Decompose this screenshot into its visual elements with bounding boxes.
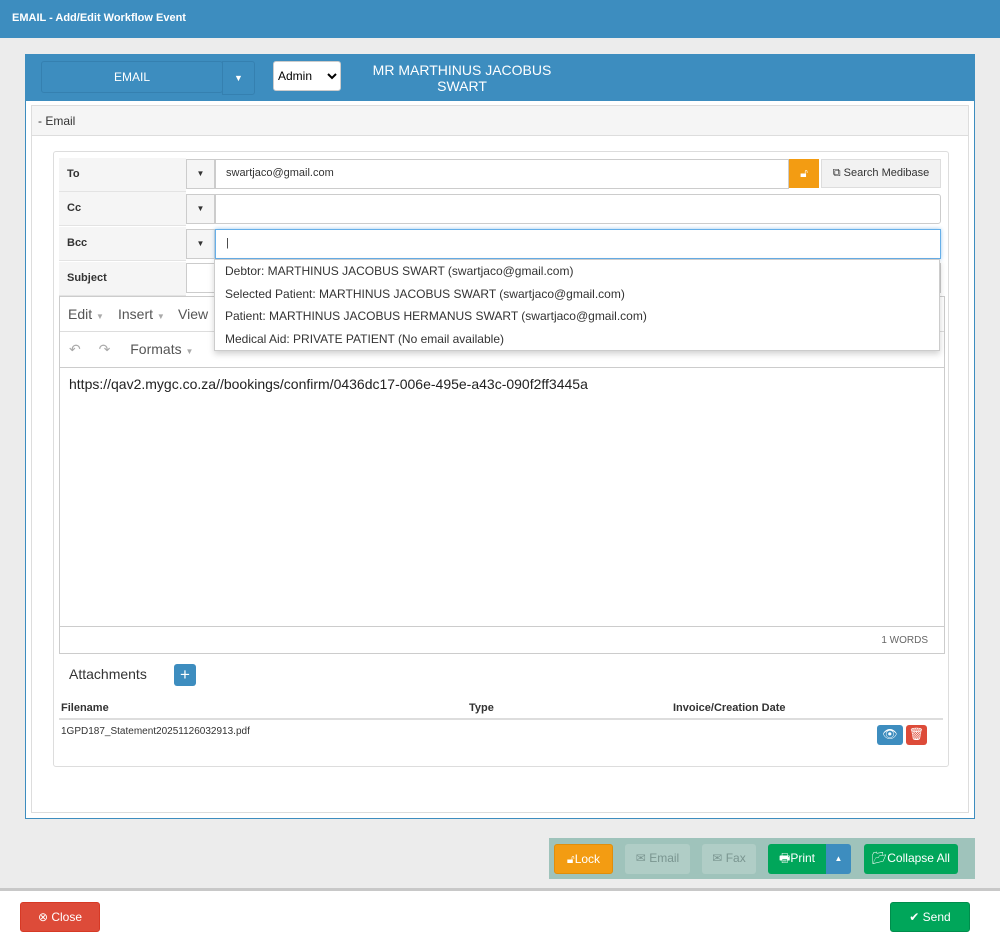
lock-label: Lock	[574, 852, 601, 866]
envelope-icon: ✉	[635, 851, 650, 865]
menu-insert[interactable]: Insert ▼	[118, 306, 165, 322]
fax-label: Fax	[725, 851, 746, 865]
footer: ⊗ Close ✔ Send	[0, 888, 1000, 942]
unlock-icon[interactable]: 🔓︎	[789, 159, 819, 188]
bcc-label: Bcc	[59, 227, 186, 261]
close-button[interactable]: ⊗ Close	[20, 902, 100, 932]
email-section: - Email To ▼ swartjaco@gmail.com 🔓︎ ⧉ Se…	[31, 105, 969, 813]
table-row: 1GPD187_Statement20251126032913.pdf 👁︎ 🗑…	[59, 722, 943, 750]
attachment-filename: 1GPD187_Statement20251126032913.pdf	[61, 726, 250, 737]
close-label: Close	[51, 910, 83, 924]
email-label: Email	[649, 851, 680, 865]
envelope-icon: ✉	[712, 851, 726, 865]
menu-edit-label: Edit	[68, 306, 93, 322]
window-title-bar: EMAIL - Add/Edit Workflow Event	[0, 0, 1000, 38]
formats-dropdown[interactable]: Formats ▼	[130, 341, 193, 357]
formats-label: Formats	[130, 341, 182, 357]
send-button[interactable]: ✔ Send	[890, 902, 970, 932]
check-circle-icon: ✔	[909, 910, 923, 924]
search-medibase-button[interactable]: ⧉ Search Medibase	[821, 159, 941, 188]
patient-name-line2: SWART	[437, 78, 487, 94]
email-section-header[interactable]: - Email	[32, 106, 968, 136]
menu-edit[interactable]: Edit ▼	[68, 306, 104, 322]
event-panel: EMAIL ▼ Admin MR MARTHINUS JACOBUS SWART …	[25, 54, 975, 819]
subject-label: Subject	[59, 262, 186, 296]
add-attachment-button[interactable]: +	[174, 664, 196, 686]
search-medibase-label: Search Medibase	[843, 167, 930, 179]
menu-view[interactable]: View	[178, 306, 208, 322]
col-type: Type	[469, 702, 494, 714]
menu-insert-label: Insert	[118, 306, 154, 322]
external-link-icon: ⧉	[832, 167, 844, 179]
patient-name-line1: MR MARTHINUS JACOBUS	[372, 62, 552, 78]
word-count: 1 WORDS	[60, 626, 944, 654]
email-button[interactable]: ✉ Email	[625, 844, 690, 874]
suggestion-item[interactable]: Selected Patient: MARTHINUS JACOBUS SWAR…	[215, 283, 939, 306]
delete-trash-icon[interactable]: 🗑︎	[906, 725, 927, 745]
redo-icon[interactable]: ↷	[99, 341, 111, 357]
action-bar: 🔓︎Lock ✉ Email ✉ Fax 🖶︎Print ▲ 📂︎Collaps…	[549, 838, 975, 879]
bcc-dropdown-button[interactable]: ▼	[186, 229, 215, 259]
view-eye-icon[interactable]: 👁︎	[877, 725, 903, 745]
suggestion-item[interactable]: Debtor: MARTHINUS JACOBUS SWART (swartja…	[215, 260, 939, 283]
patient-name: MR MARTHINUS JACOBUS SWART	[356, 62, 568, 94]
editor-content[interactable]: https://qav2.mygc.co.za//bookings/confir…	[69, 376, 588, 392]
role-select[interactable]: Admin	[273, 61, 341, 91]
fax-button[interactable]: ✉ Fax	[702, 844, 756, 874]
suggestion-item[interactable]: Patient: MARTHINUS JACOBUS HERMANUS SWAR…	[215, 305, 939, 328]
folder-open-icon: 📂︎	[872, 851, 888, 865]
collapse-all-label: Collapse All	[887, 851, 950, 865]
send-label: Send	[922, 910, 951, 924]
print-label: Print	[790, 851, 815, 865]
bcc-suggestions-dropdown: Debtor: MARTHINUS JACOBUS SWART (swartja…	[214, 259, 940, 351]
print-button[interactable]: 🖶︎Print	[768, 844, 826, 874]
lock-button[interactable]: 🔓︎Lock	[554, 844, 613, 874]
close-circle-icon: ⊗	[37, 910, 52, 924]
cc-input[interactable]	[215, 194, 941, 224]
print-options-caret[interactable]: ▲	[826, 844, 851, 874]
printer-icon: 🖶︎	[778, 851, 791, 865]
unlock-icon: 🔓︎	[566, 852, 575, 866]
cc-label: Cc	[59, 192, 186, 226]
to-input[interactable]: swartjaco@gmail.com	[215, 159, 789, 189]
attachments-table-header: Filename Type Invoice/Creation Date	[59, 700, 943, 720]
suggestion-item[interactable]: Medical Aid: PRIVATE PATIENT (No email a…	[215, 328, 939, 351]
collapse-all-button[interactable]: 📂︎Collapse All	[864, 844, 958, 874]
col-date: Invoice/Creation Date	[673, 702, 786, 714]
attachments-title: Attachments	[69, 666, 147, 682]
cc-dropdown-button[interactable]: ▼	[186, 194, 215, 224]
col-filename: Filename	[61, 702, 109, 714]
event-type-dropdown-toggle[interactable]: ▼	[222, 61, 255, 95]
bcc-input[interactable]: |	[215, 229, 941, 259]
to-label: To	[59, 158, 186, 192]
undo-icon[interactable]: ↶	[69, 341, 81, 357]
to-dropdown-button[interactable]: ▼	[186, 159, 215, 189]
event-type-button[interactable]: EMAIL	[41, 61, 223, 93]
panel-header: EMAIL ▼ Admin MR MARTHINUS JACOBUS SWART	[26, 55, 974, 101]
email-form: To ▼ swartjaco@gmail.com 🔓︎ ⧉ Search Med…	[53, 151, 949, 767]
window-title: EMAIL - Add/Edit Workflow Event	[12, 12, 186, 24]
